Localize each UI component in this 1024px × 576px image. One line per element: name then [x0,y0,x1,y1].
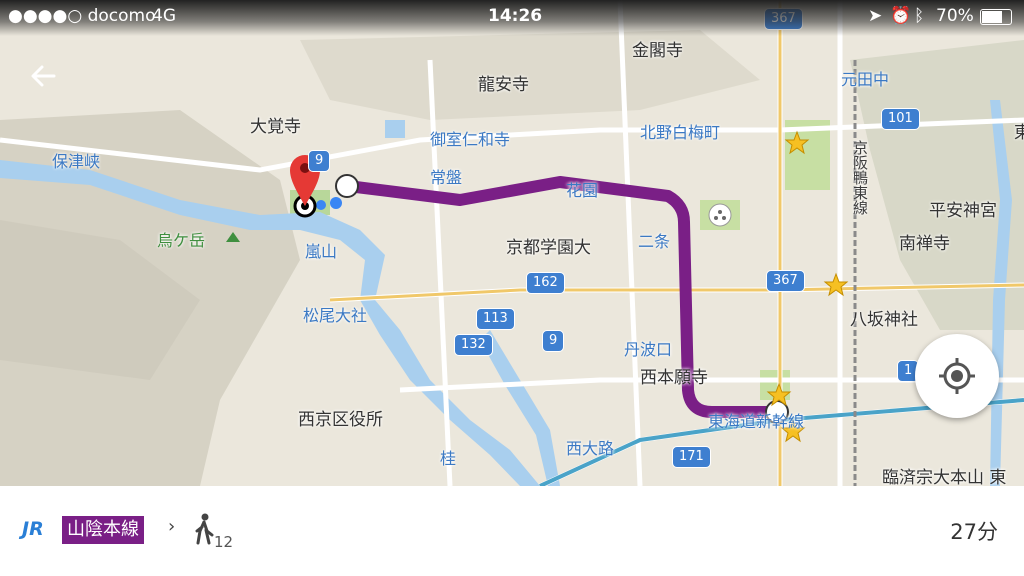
map-label-kitano-hakubaicho[interactable]: 北野白梅町 [640,119,720,143]
alarm-icon: ⏰ [890,6,912,26]
carrier-label: ●●●●○ docomo [8,6,156,26]
map-label-higashi[interactable]: 東 [1014,118,1024,143]
arrow-left-icon [31,65,56,87]
my-location-button[interactable] [915,334,999,418]
route-shield: 113 [476,308,515,330]
crosshair-icon [939,358,975,394]
route-shield: 367 [766,270,805,292]
train-line-badge[interactable]: 山陰本線 [62,516,144,544]
battery-percent: 70% [936,6,974,26]
walk-minutes: 12 [214,533,234,551]
map-label-nanzenji[interactable]: 南禅寺 [899,229,950,254]
status-bar: ●●●●○ docomo 4G 14:26 ➤ ⏰ ᛒ 70% [0,0,1024,36]
map-label-omuro-ninnaji[interactable]: 御室仁和寺 [430,126,510,150]
map-label-keihan-line: 京阪鴨東線 [851,140,869,215]
map-label-nijo[interactable]: 二条 [638,228,670,252]
map-label-daikakuji[interactable]: 大覚寺 [250,112,301,137]
back-button[interactable] [26,58,62,94]
map-label-kyoto-gakuendai[interactable]: 京都学園大 [506,233,591,258]
route-summary-panel[interactable] [0,486,1024,576]
route-shield: 132 [454,334,493,356]
map-label-heian-jingu[interactable]: 平安神宮 [929,196,997,221]
map-label-kinkakuji[interactable]: 金閣寺 [632,36,683,61]
walk-icon [193,513,215,549]
map-label-yasaka-jinja[interactable]: 八坂神社 [850,305,918,330]
battery-icon [980,9,1012,25]
trip-duration: 27分 [950,520,998,544]
jr-logo: JR [22,518,44,540]
map-label-hozukyo[interactable]: 保津峡 [52,148,100,172]
map-label-matsuo-taisha[interactable]: 松尾大社 [303,302,367,326]
map-label-katsura[interactable]: 桂 [440,445,456,469]
route-start-stop [335,174,359,198]
map-label-ryoanji[interactable]: 龍安寺 [478,70,529,95]
location-arrow-icon: ➤ [868,6,883,26]
route-shield: 171 [672,446,711,468]
map-label-rinzaishu[interactable]: 臨済宗大本山 東 [882,463,1006,486]
map-label-arashiyama[interactable]: 嵐山 [305,238,337,262]
map-label-motatanaka[interactable]: 元田中 [841,66,889,90]
map-view[interactable]: 金閣寺 龍安寺 大覚寺 御室仁和寺 北野白梅町 元田中 保津峡 常盤 花園 烏ケ… [0,0,1024,486]
map-label-hanazono[interactable]: 花園 [566,177,598,201]
chevron-right-icon: › [168,516,176,537]
map-label-nishikyo-kuyakusho[interactable]: 西京区役所 [298,405,383,430]
bluetooth-icon: ᛒ [914,6,925,26]
map-label-karasugatake[interactable]: 烏ケ岳 [157,227,205,251]
route-shield: 162 [526,272,565,294]
network-label: 4G [152,6,176,26]
map-label-tokiwa[interactable]: 常盤 [430,164,462,188]
clock: 14:26 [488,6,543,26]
route-shield: 101 [881,108,920,130]
route-shield: 9 [542,330,565,352]
map-label-nishi-honganji[interactable]: 西本願寺 [640,363,708,388]
route-shield: 9 [308,150,331,172]
map-label-tambaguchi[interactable]: 丹波口 [624,336,672,360]
map-label-tokaido-shinkansen: 東海道新幹線 [708,412,805,431]
map-label-nishioji[interactable]: 西大路 [566,435,614,459]
